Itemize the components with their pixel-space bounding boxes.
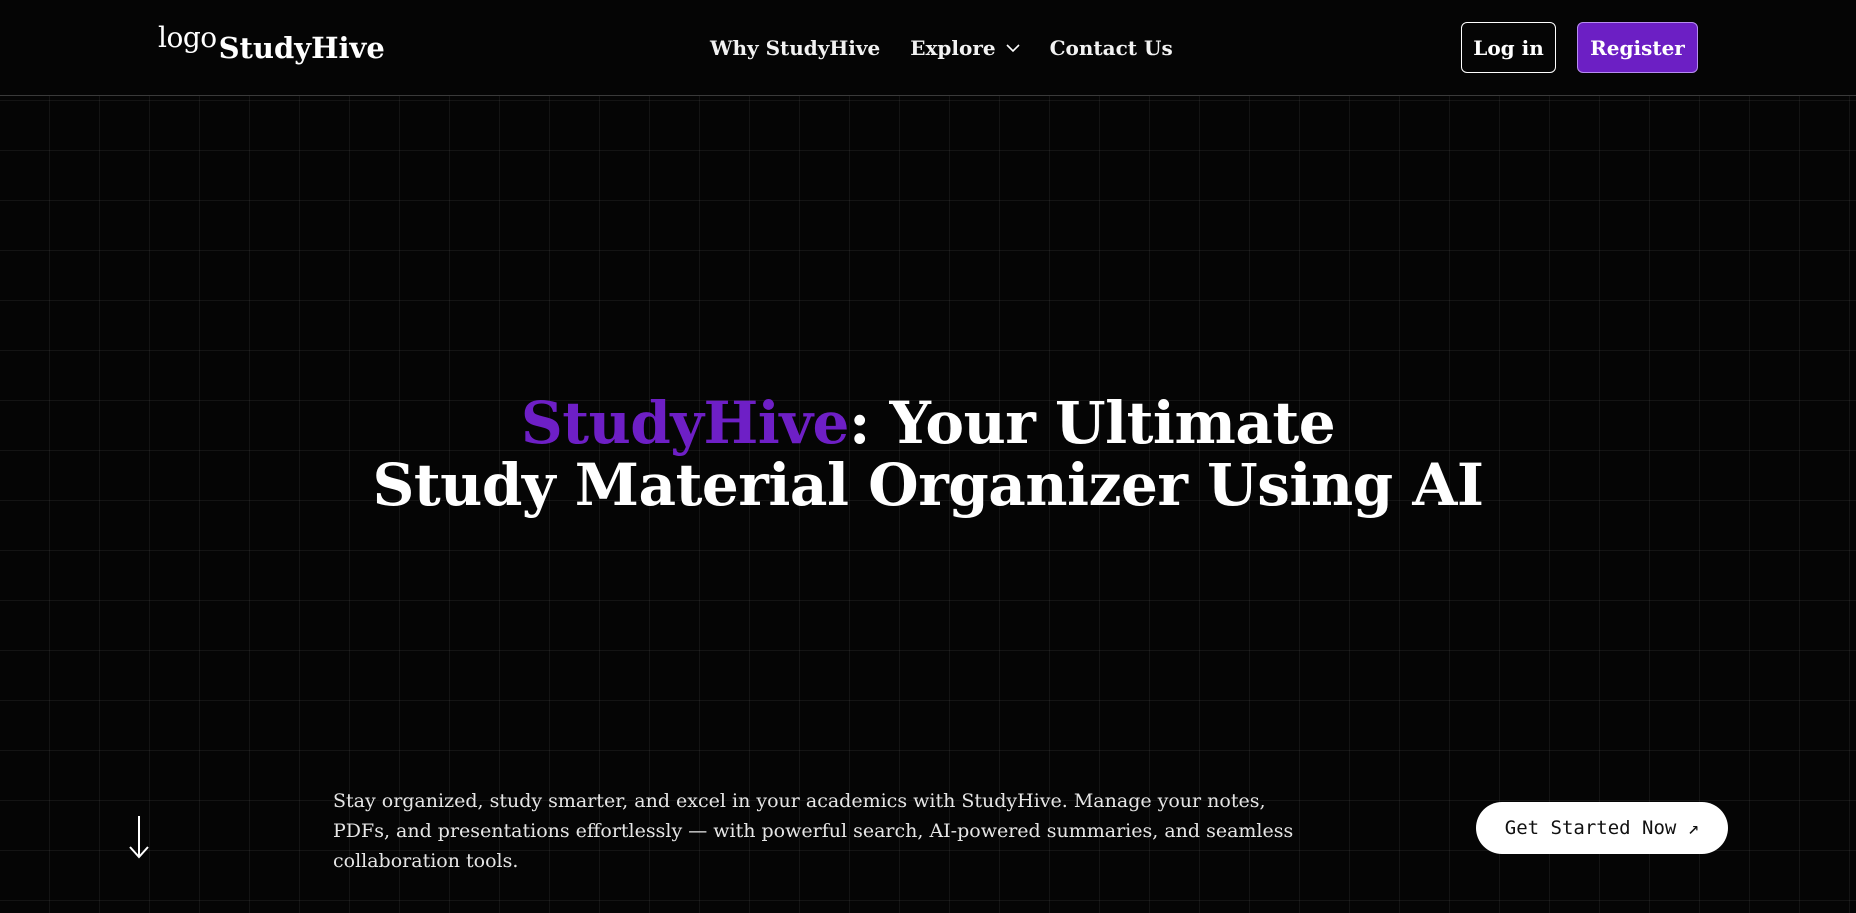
landing-page: logo StudyHive Why StudyHive Explore Con… [0,0,1856,913]
hero-title-line1: : Your Ultimate [848,389,1336,457]
hero-title: StudyHive: Your Ultimate Study Material … [0,392,1856,516]
nav-item-why-studyhive[interactable]: Why StudyHive [710,36,880,60]
nav-item-label: Explore [910,36,996,60]
get-started-button[interactable]: Get Started Now ↗ [1476,802,1728,854]
nav-item-label: Why StudyHive [710,36,881,60]
nav-item-explore[interactable]: Explore [910,36,1020,60]
login-button[interactable]: Log in [1461,22,1556,73]
nav-item-contact-us[interactable]: Contact Us [1050,36,1173,60]
hero-description: Stay organized, study smarter, and excel… [333,790,1294,872]
top-navbar: logo StudyHive Why StudyHive Explore Con… [0,0,1856,96]
nav-item-label: Contact Us [1049,36,1173,60]
hero-title-accent: StudyHive [520,389,850,457]
brand-name: StudyHive [218,31,385,65]
hero-title-line2: Study Material Organizer Using AI [372,451,1485,519]
chevron-down-icon [1006,44,1020,53]
main-nav: Why StudyHive Explore Contact Us [710,36,1173,60]
brand-logo: logo [158,21,217,54]
brand[interactable]: logo StudyHive [158,24,385,63]
register-button[interactable]: Register [1577,22,1698,73]
arrow-down-icon [129,816,149,859]
